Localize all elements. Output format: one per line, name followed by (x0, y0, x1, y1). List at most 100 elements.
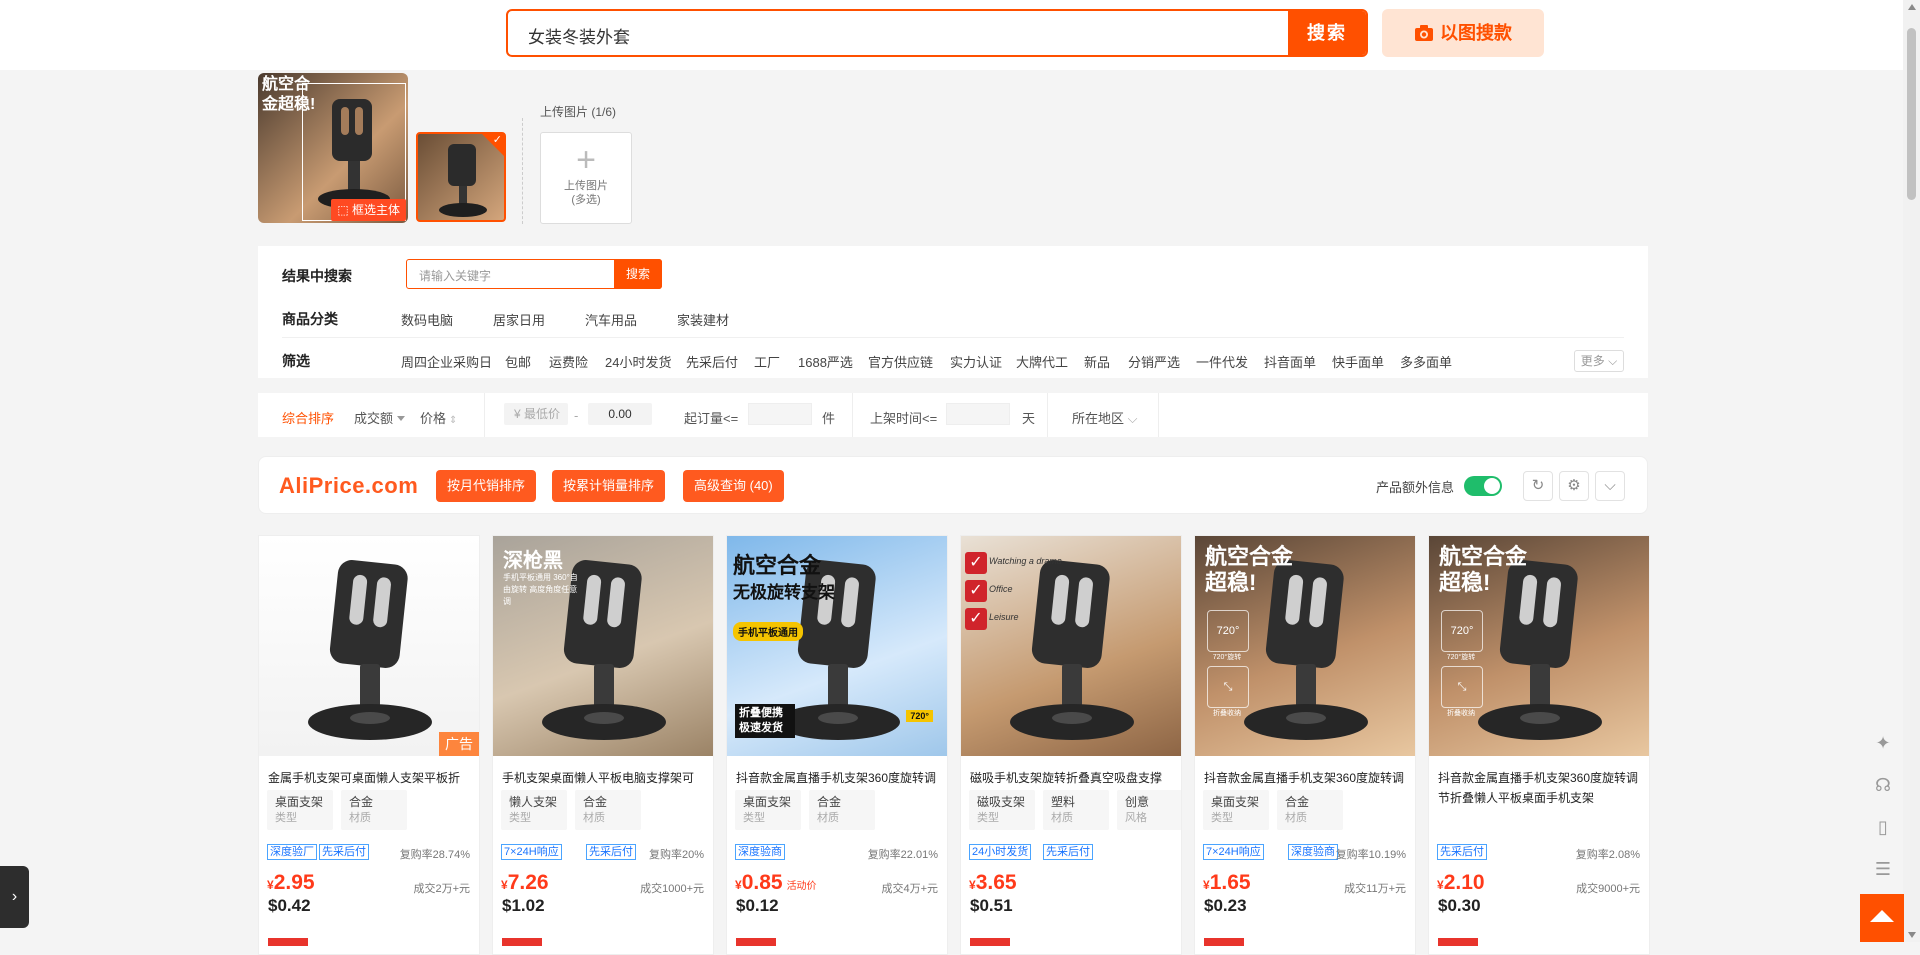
collapse-chevron-icon[interactable]: ⌵ (1595, 471, 1625, 501)
category-item[interactable]: 家装建材 (677, 310, 729, 329)
selected-image-thumbnail[interactable]: ✓ (416, 132, 506, 222)
settings-icon[interactable]: ⚙ (1559, 471, 1589, 501)
upload-box-sublabel: (多选) (571, 194, 601, 206)
filter-item[interactable]: 1688严选 (798, 352, 853, 371)
max-price-input[interactable]: 0.00 (588, 403, 652, 425)
sales-amount: 成交2万+元 (413, 883, 470, 895)
image-search-button[interactable]: 以图搜款 (1382, 9, 1544, 57)
filter-item[interactable]: 工厂 (754, 352, 780, 371)
product-card[interactable]: 航空合金 超稳! 720° 720°旋转 ⤡ 折叠收纳抖音款金属直播手机支架360度旋转调… (1428, 535, 1650, 955)
icon-label: 720°旋转 (1446, 654, 1476, 661)
filter-item[interactable]: 新品 (1084, 352, 1110, 371)
price-value: 2.10 (1443, 871, 1485, 894)
sort-volume-label: 成交额 (354, 411, 394, 426)
listed-label: 上架时间<= (870, 411, 938, 426)
currency-symbol: ¥ (501, 878, 508, 892)
headset-icon[interactable]: ☊ (1864, 766, 1902, 804)
currency-symbol: ¥ (267, 878, 274, 892)
more-label: 更多 (1580, 354, 1605, 368)
price-cny: ¥3.65 (969, 871, 1017, 895)
sort-price[interactable]: 价格 ⇕ (420, 408, 457, 427)
filter-item[interactable]: 快手面单 (1332, 352, 1384, 371)
plus-icon: + (576, 141, 596, 179)
icon-label: 720°旋转 (1212, 654, 1242, 661)
filter-item[interactable]: 大牌代工 (1016, 352, 1068, 371)
advanced-query-button[interactable]: 高级查询 (40) (683, 470, 784, 502)
scroll-up-icon[interactable] (1908, 4, 1916, 10)
extra-info-label: 产品额外信息 (1376, 480, 1455, 495)
phone-icon[interactable]: ▯ (1864, 808, 1902, 846)
filter-item[interactable]: 官方供应链 (868, 352, 933, 371)
filter-item[interactable]: 运费险 (549, 352, 588, 371)
filter-item[interactable]: 多多面单 (1400, 352, 1452, 371)
product-title[interactable]: 抖音款金属直播手机支架360度旋转调节折叠懒人平板桌面手机支架 (1438, 768, 1641, 808)
region-select[interactable]: 所在地区 ⌵ (1072, 408, 1137, 427)
currency-symbol: ¥ (735, 878, 742, 892)
feedback-icon[interactable]: ☰ (1864, 850, 1902, 888)
in-result-search-input[interactable]: 请输入关键字 搜索 (406, 259, 662, 289)
scrollbar-thumb[interactable] (1907, 28, 1916, 200)
sort-cumulative-button[interactable]: 按累计销量排序 (552, 470, 666, 502)
product-image[interactable]: 广告 (259, 536, 479, 756)
product-card[interactable]: 航空合金 超稳! 720° 720°旋转 ⤡ 折叠收纳 抖音款金属直播手机支架360度旋转调… (1194, 535, 1416, 955)
product-image[interactable]: 深枪黑 手机平板通用 360°自由旋转 高度角度任意调 (493, 536, 713, 756)
frame-subject-button[interactable]: ⬚ 框选主体 (331, 199, 406, 221)
service-tag: 先采后付 (586, 844, 636, 860)
divider (1158, 393, 1159, 437)
category-item[interactable]: 汽车用品 (585, 310, 637, 329)
min-price-input[interactable]: ¥ 最低价 (504, 403, 568, 425)
product-card[interactable]: 深枪黑 手机平板通用 360°自由旋转 高度角度任意调 手机支架桌面懒人平板电脑支撑… (492, 535, 714, 955)
refresh-icon[interactable]: ↻ (1523, 471, 1553, 501)
search-input[interactable]: 女装冬装外套 (528, 23, 630, 48)
product-image[interactable]: 航空合金 超稳! 720° 720°旋转 ⤡ 折叠收纳 (1429, 536, 1649, 756)
main-search-box[interactable]: 女装冬装外套 搜索 (506, 9, 1368, 57)
filter-item[interactable]: 包邮 (505, 352, 531, 371)
filter-item[interactable]: 实力认证 (950, 352, 1002, 371)
in-result-search-button[interactable]: 搜索 (614, 259, 662, 289)
upload-image-button[interactable]: + 上传图片 (多选) (540, 132, 632, 224)
attribute-chip: 合金 材质 (575, 790, 641, 830)
listed-days-input[interactable] (946, 403, 1010, 425)
moq-label: 起订量<= (684, 411, 739, 426)
more-filters-button[interactable]: 更多 ⌵ (1574, 350, 1624, 372)
product-image[interactable]: 航空合金 无极旋转支架 手机平板通用 折叠便携 极速发货 720° (727, 536, 947, 756)
attribute-value: 懒人支架 (509, 795, 558, 809)
fold-icon: ⤡ (1207, 666, 1249, 708)
repurchase-rate: 复购率10.19% (1335, 849, 1406, 861)
product-card[interactable]: 航空合金 无极旋转支架 手机平板通用 折叠便携 极速发货 720° 抖音款金属直播手机支架… (726, 535, 948, 955)
price-dash: - (574, 408, 579, 423)
sort-monthly-button[interactable]: 按月代销排序 (436, 470, 537, 502)
attribute-chip: 合金 材质 (809, 790, 875, 830)
category-item[interactable]: 数码电脑 (401, 310, 453, 329)
filter-item[interactable]: 分销严选 (1128, 352, 1180, 371)
product-image[interactable]: 航空合金 超稳! 720° 720°旋转 ⤡ 折叠收纳 (1195, 536, 1415, 756)
main-image-thumbnail[interactable]: 航空合金超稳! ⬚ 框选主体 (258, 73, 408, 223)
filter-item[interactable]: 先采后付 (686, 352, 738, 371)
sort-composite[interactable]: 综合排序 (282, 408, 334, 427)
extra-info-toggle[interactable] (1464, 476, 1502, 496)
sort-volume[interactable]: 成交额 (354, 408, 406, 427)
price-usd: $0.12 (736, 896, 779, 915)
search-button[interactable]: 搜索 (1288, 11, 1366, 55)
back-to-top-button[interactable] (1860, 894, 1904, 942)
filter-item[interactable]: 24小时发货 (605, 352, 671, 371)
filter-item[interactable]: 周四企业采购日 (401, 352, 492, 371)
attribute-chip: 懒人支架 类型 (501, 790, 567, 830)
expand-sidebar-button[interactable]: › (0, 866, 29, 928)
filter-item[interactable]: 抖音面单 (1264, 352, 1316, 371)
filter-item[interactable]: 一件代发 (1196, 352, 1248, 371)
product-card[interactable]: 广告 金属手机支架可桌面懒人支架平板折 桌面支架 类型 合金 材质 深度验厂 先采后付… (258, 535, 480, 955)
moq-input[interactable] (748, 403, 812, 425)
aliprice-toolbar: AliPrice.com 按月代销排序 按累计销量排序 高级查询 (40) 产品… (258, 456, 1648, 514)
product-image[interactable]: ✓ Watching a drama ✓ Office ✓ Leisure (961, 536, 1181, 756)
product-card[interactable]: ✓ Watching a drama ✓ Office ✓ Leisure 磁吸手机支架旋转… (960, 535, 1182, 955)
attribute-chip: 桌面支架 类型 (267, 790, 333, 830)
sales-amount: 成交1000+元 (640, 883, 704, 895)
category-item[interactable]: 居家日用 (493, 310, 545, 329)
upload-box-label: 上传图片 (564, 180, 608, 192)
aliprice-logo[interactable]: AliPrice.com (279, 473, 418, 499)
scroll-down-icon[interactable] (1908, 932, 1916, 938)
image-subcaption: 无极旋转支架 (733, 583, 835, 602)
puzzle-icon[interactable]: ✦ (1864, 724, 1902, 762)
page-scrollbar[interactable] (1903, 0, 1920, 942)
